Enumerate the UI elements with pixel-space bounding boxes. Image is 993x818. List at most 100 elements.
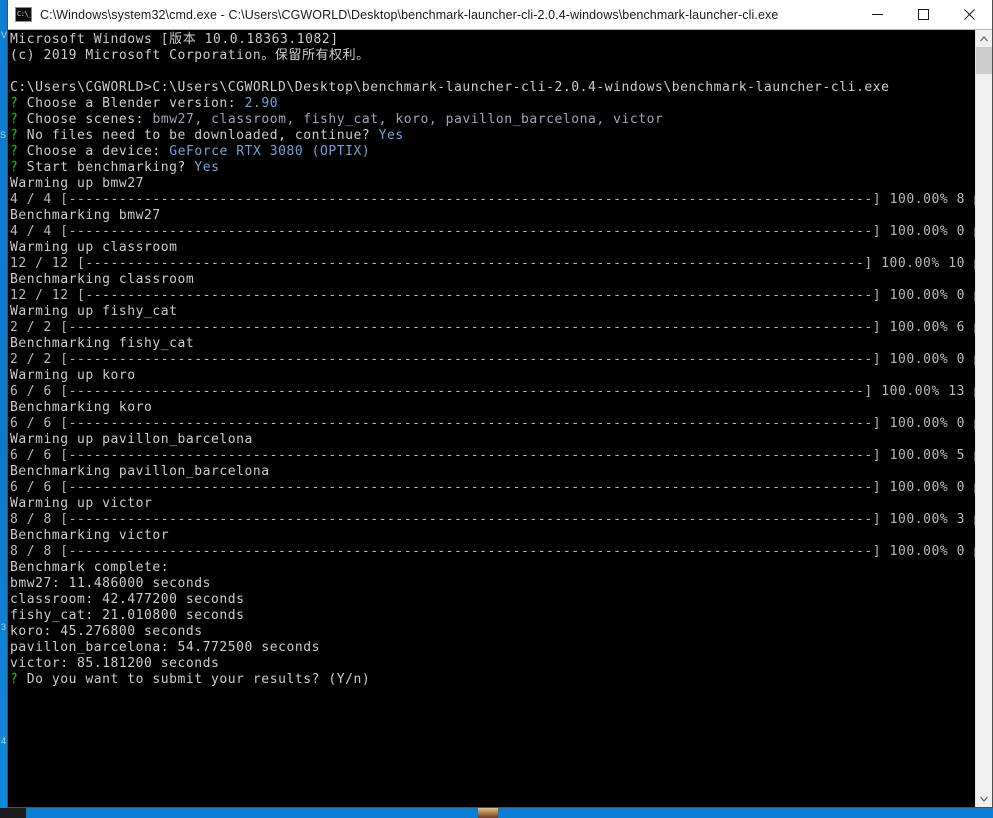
progress-rate: 0 p/s (956, 288, 975, 303)
result-scene: victor: (10, 656, 78, 671)
result-row: victor: 85.181200 seconds (8, 656, 975, 672)
prompt-marker-icon: ? (10, 128, 27, 143)
progress-percent: 100.00% (881, 448, 949, 463)
progress-percent: 100.00% (881, 320, 949, 335)
progress-rate: 0 p/s (956, 352, 975, 367)
progress-counter: 2 / 2 [ (10, 352, 69, 367)
result-row: classroom: 42.477200 seconds (8, 592, 975, 608)
stage-progress-bar: 8 / 8 [---------------------------------… (8, 512, 975, 528)
progress-percent: 100.00% (881, 416, 949, 431)
summary-header: Benchmark complete: (10, 560, 170, 575)
result-scene: pavillon_barcelona: (10, 640, 178, 655)
stage-progress-bar: 12 / 12 [-------------------------------… (8, 288, 975, 304)
progress-percent: 100.00% (881, 544, 949, 559)
progress-counter: 4 / 4 [ (10, 192, 69, 207)
stage-header: Warming up bmw27 (10, 176, 145, 191)
progress-counter: 8 / 8 [ (10, 544, 69, 559)
close-button[interactable] (946, 0, 992, 29)
console-window: C:\Windows\system32\cmd.exe - C:\Users\C… (7, 0, 993, 808)
progress-percent: 100.00% (872, 256, 940, 271)
minimize-button[interactable] (854, 0, 900, 29)
stage-progress-bar: 12 / 12 [-------------------------------… (8, 256, 975, 272)
console-line-final-prompt: ? Do you want to submit your results? (Y… (8, 672, 975, 688)
result-scene: fishy_cat: (10, 608, 103, 623)
progress-counter: 6 / 6 [ (10, 416, 69, 431)
prompt-answer: bmw27, classroom, fishy_cat, koro, pavil… (152, 112, 664, 127)
progress-rate: 0 p/s (956, 480, 975, 495)
console-scrollbar[interactable] (975, 30, 992, 807)
result-time: 21.010800 seconds (102, 608, 245, 623)
chevron-down-icon[interactable] (976, 790, 992, 807)
progress-bar-fill: ----------------------------------------… (68, 448, 882, 463)
prompt-marker-icon: ? (10, 672, 27, 687)
progress-rate: 0 p/s (956, 416, 975, 431)
desktop-ghost-label: 4 (1, 736, 6, 746)
progress-rate: 13 p/s (948, 384, 975, 399)
progress-bar-fill: ----------------------------------------… (68, 224, 882, 239)
progress-counter: 4 / 4 [ (10, 224, 69, 239)
progress-percent: 100.00% (872, 384, 940, 399)
stage-header: Warming up victor (10, 496, 153, 511)
prompt-question: No files need to be downloaded, continue… (26, 128, 371, 143)
stage-header: Benchmarking fishy_cat (10, 336, 195, 351)
prompt-question: Choose a device: (26, 144, 161, 159)
result-time: 85.181200 seconds (77, 656, 220, 671)
progress-rate: 0 p/s (956, 544, 975, 559)
taskbar-app-icon[interactable] (478, 808, 498, 818)
progress-counter: 6 / 6 [ (10, 448, 69, 463)
prompt-answer: Yes (194, 160, 220, 175)
stage-header: Benchmarking pavillon_barcelona (10, 464, 270, 479)
progress-bar-fill: ----------------------------------------… (68, 544, 882, 559)
prompt-marker-icon: ? (10, 144, 27, 159)
stage-progress-bar: 6 / 6 [---------------------------------… (8, 448, 975, 464)
taskbar[interactable] (0, 808, 993, 818)
result-row: koro: 45.276800 seconds (8, 624, 975, 640)
prompt-marker-icon: ? (10, 112, 27, 127)
stage-progress-bar: 6 / 6 [---------------------------------… (8, 480, 975, 496)
result-time: 54.772500 seconds (177, 640, 320, 655)
progress-rate: 10 p/s (948, 256, 975, 271)
prompt-answer: 2.90 (244, 96, 279, 111)
result-row: pavillon_barcelona: 54.772500 seconds (8, 640, 975, 656)
title-bar[interactable]: C:\Windows\system32\cmd.exe - C:\Users\C… (8, 0, 992, 30)
console-line-prompt: ? No files need to be downloaded, contin… (8, 128, 975, 144)
progress-bar-fill: ----------------------------------------… (68, 352, 882, 367)
prompt-marker-icon: ? (10, 96, 27, 111)
stage-header: Warming up fishy_cat (10, 304, 178, 319)
stage-header: Warming up pavillon_barcelona (10, 432, 253, 447)
prompt-question: Choose scenes: (26, 112, 145, 127)
console-output[interactable]: Microsoft Windows [版本 10.0.18363.1082] (… (8, 30, 975, 807)
progress-percent: 100.00% (881, 224, 949, 239)
desktop-ghost-label: S (0, 130, 6, 140)
console-line-prompt: ? Choose a Blender version: 2.90 (8, 96, 975, 112)
maximize-button[interactable] (900, 0, 946, 29)
progress-bar-fill: ----------------------------------------… (85, 256, 873, 271)
stage-progress-bar: 6 / 6 [---------------------------------… (8, 384, 975, 400)
progress-bar-fill: ----------------------------------------… (68, 416, 882, 431)
progress-percent: 100.00% (881, 192, 949, 207)
result-scene: koro: (10, 624, 61, 639)
progress-percent: 100.00% (881, 352, 949, 367)
progress-counter: 12 / 12 [ (10, 288, 86, 303)
chevron-up-icon[interactable] (976, 30, 992, 47)
console-client-area: Microsoft Windows [版本 10.0.18363.1082] (… (8, 30, 992, 807)
progress-counter: 6 / 6 [ (10, 480, 69, 495)
taskbar-start-region[interactable] (0, 808, 26, 818)
console-line-prompt: ? Choose scenes: bmw27, classroom, fishy… (8, 112, 975, 128)
result-scene: bmw27: (10, 576, 69, 591)
stage-header: Benchmarking bmw27 (10, 208, 161, 223)
result-time: 11.486000 seconds (68, 576, 212, 591)
scrollbar-track[interactable] (976, 74, 992, 790)
benchmark-results-list: bmw27: 11.486000 seconds classroom: 42.47… (8, 576, 975, 672)
window-title: C:\Windows\system32\cmd.exe - C:\Users\C… (40, 7, 779, 22)
result-row: fishy_cat: 21.010800 seconds (8, 608, 975, 624)
progress-bar-fill: ----------------------------------------… (68, 192, 882, 207)
prompt-marker-icon: ? (10, 160, 27, 175)
progress-percent: 100.00% (881, 512, 949, 527)
stage-progress-bar: 8 / 8 [---------------------------------… (8, 544, 975, 560)
stage-progress-bar: 2 / 2 [---------------------------------… (8, 352, 975, 368)
progress-bar-fill: ----------------------------------------… (68, 384, 873, 399)
scrollbar-thumb[interactable] (976, 47, 992, 74)
progress-rate: 5 p/s (956, 448, 975, 463)
